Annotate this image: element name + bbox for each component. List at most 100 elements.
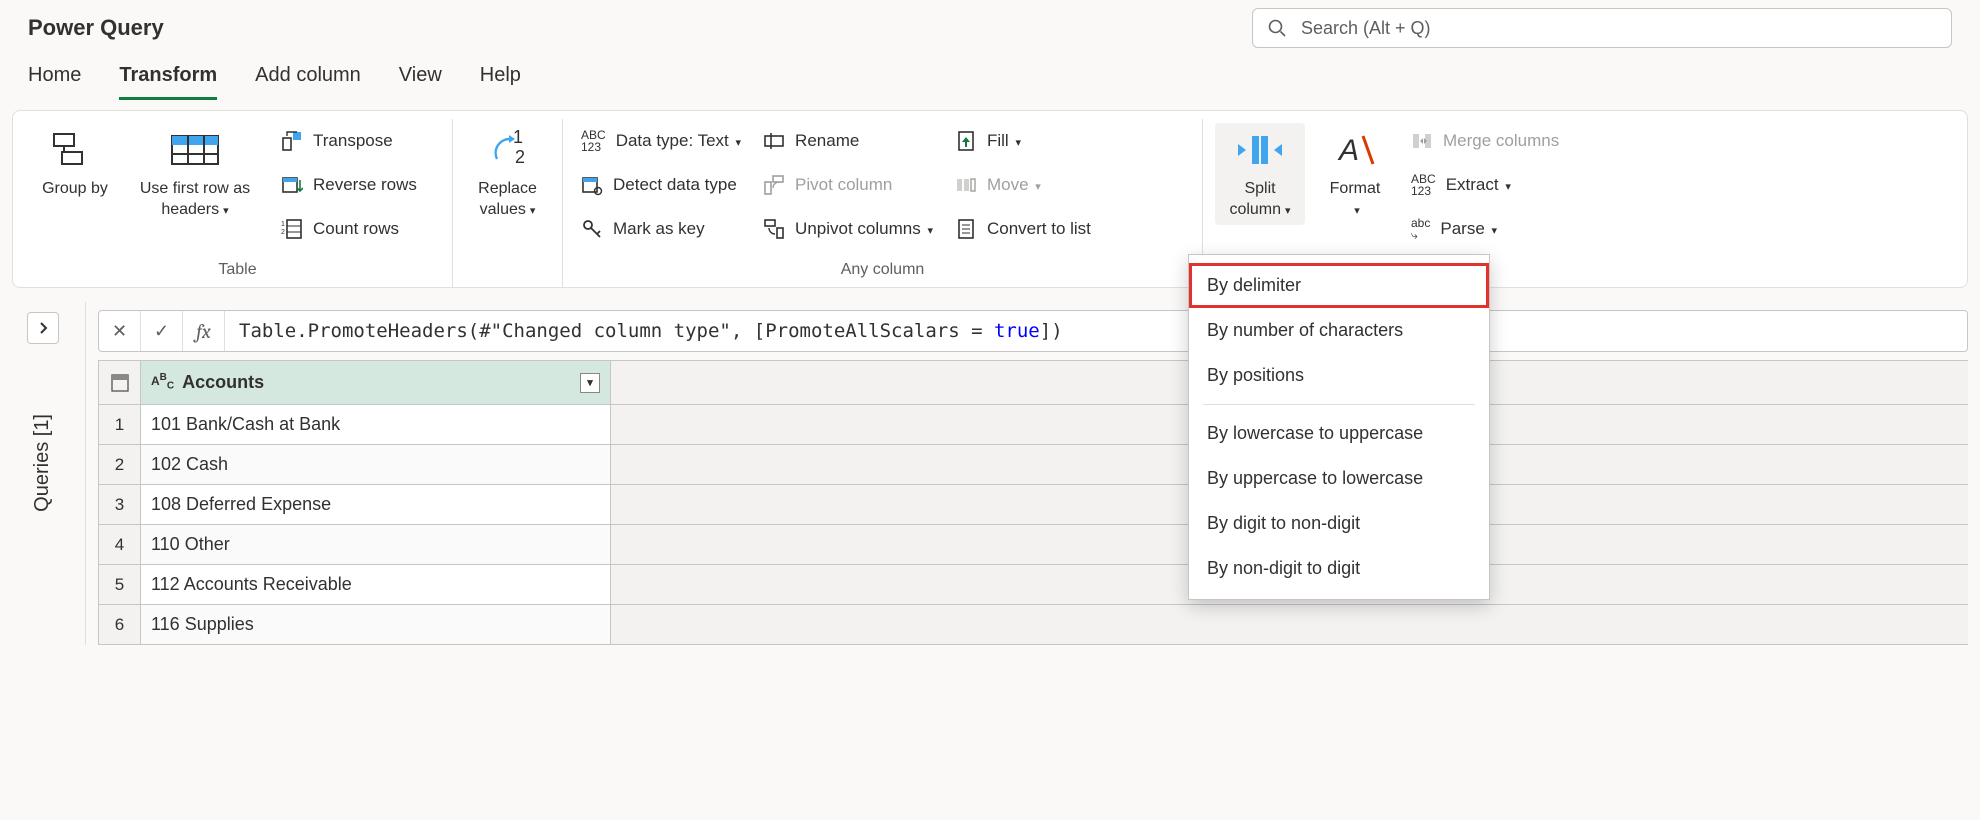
row-number[interactable]: 3 [99,485,141,525]
row-number[interactable]: 2 [99,445,141,485]
dropdown-item-by-digit-to-non-digit[interactable]: By digit to non-digit [1189,501,1489,546]
mark-key-label: Mark as key [613,219,705,239]
formula-bar: ✕ ✓ fx Table.PromoteHeaders(#"Changed co… [98,310,1968,352]
transpose-button[interactable]: Transpose [275,123,423,159]
data-grid[interactable]: ABC Accounts ▾ 1 101 Bank/Cash at Bank 2… [98,360,1968,645]
tab-view[interactable]: View [399,60,442,100]
table-headers-icon [170,127,220,173]
parse-icon: abc⤷ [1411,217,1430,241]
cell[interactable]: 102 Cash [141,445,611,485]
count-rows-label: Count rows [313,219,399,239]
detect-icon [581,174,603,196]
count-rows-button[interactable]: 12 Count rows [275,211,423,247]
format-button[interactable]: A Format▾ [1315,123,1395,225]
replace-values-label: Replace values▾ [470,179,546,221]
use-first-row-label: Use first row as headers▾ [127,179,263,221]
mark-as-key-button[interactable]: Mark as key [575,211,747,247]
svg-text:2: 2 [515,147,525,167]
group-by-icon [52,127,98,173]
ribbon-tabs: Home Transform Add column View Help [0,56,1980,100]
dropdown-item-by-delimiter[interactable]: By delimiter [1189,263,1489,308]
column-header-accounts[interactable]: ABC Accounts ▾ [141,361,611,405]
dropdown-separator [1203,404,1475,405]
count-rows-icon: 12 [281,218,303,240]
fill-button[interactable]: Fill ▾ [949,123,1097,159]
pivot-icon [763,174,785,196]
column-filter-dropdown[interactable]: ▾ [580,373,600,393]
use-first-row-as-headers-button[interactable]: Use first row as headers▾ [125,123,265,225]
svg-text:2: 2 [281,229,285,236]
tab-transform[interactable]: Transform [119,60,217,100]
transpose-label: Transpose [313,131,393,151]
group-table-label: Table [35,261,440,279]
list-icon [955,218,977,240]
split-column-button[interactable]: Split column▾ [1215,123,1305,225]
split-column-dropdown: By delimiter By number of characters By … [1188,254,1490,600]
cell[interactable]: 116 Supplies [141,605,611,645]
group-anycolumn-label: Any column [575,261,1190,279]
merge-columns-button: Merge columns [1405,123,1565,159]
key-icon [581,218,603,240]
convert-list-label: Convert to list [987,219,1091,239]
cell[interactable]: 101 Bank/Cash at Bank [141,405,611,445]
cell[interactable]: 110 Other [141,525,611,565]
reverse-rows-button[interactable]: Reverse rows [275,167,423,203]
unpivot-columns-button[interactable]: Unpivot columns ▾ [757,211,939,247]
parse-button[interactable]: abc⤷ Parse ▾ [1405,211,1565,247]
search-input[interactable] [1301,18,1937,39]
row-number[interactable]: 5 [99,565,141,605]
cell[interactable]: 112 Accounts Receivable [141,565,611,605]
row-number[interactable]: 4 [99,525,141,565]
fill-label: Fill ▾ [987,131,1021,151]
detect-data-type-button[interactable]: Detect data type [575,167,747,203]
split-column-label: Split column▾ [1217,179,1303,221]
extract-button[interactable]: ABC123 Extract ▾ [1405,167,1565,203]
tab-help[interactable]: Help [480,60,521,100]
dropdown-item-by-uppercase-to-lowercase[interactable]: By uppercase to lowercase [1189,456,1489,501]
tab-add-column[interactable]: Add column [255,60,361,100]
svg-text:1: 1 [281,221,285,228]
rename-label: Rename [795,131,859,151]
queries-expand-button[interactable] [27,312,59,344]
search-bar[interactable] [1252,8,1952,48]
tab-home[interactable]: Home [28,60,81,100]
queries-pane-collapsed: Queries [1] [0,302,86,645]
search-icon [1267,18,1287,38]
replace-values-button[interactable]: 12 Replace values▾ [468,123,548,225]
reverse-rows-label: Reverse rows [313,175,417,195]
formula-commit-button[interactable]: ✓ [141,311,183,351]
formula-cancel-button[interactable]: ✕ [99,311,141,351]
replace-icon: 12 [485,127,531,173]
convert-to-list-button[interactable]: Convert to list [949,211,1097,247]
dropdown-item-by-positions[interactable]: By positions [1189,353,1489,398]
column-header-label: Accounts [182,372,264,393]
row-number[interactable]: 1 [99,405,141,445]
svg-text:A: A [1337,134,1359,167]
grid-select-all[interactable] [99,361,141,405]
rename-button[interactable]: Rename [757,123,939,159]
queries-count-label: Queries [1] [31,414,54,512]
move-button: Move ▾ [949,167,1097,203]
group-by-button[interactable]: Group by [35,123,115,204]
rename-icon [763,130,785,152]
detect-label: Detect data type [613,175,737,195]
dropdown-item-by-lowercase-to-uppercase[interactable]: By lowercase to uppercase [1189,411,1489,456]
transpose-icon [281,130,303,152]
data-type-button[interactable]: ABC123 Data type: Text ▾ [575,123,747,159]
row-number[interactable]: 6 [99,605,141,645]
dropdown-item-by-number-of-characters[interactable]: By number of characters [1189,308,1489,353]
cell[interactable]: 108 Deferred Expense [141,485,611,525]
reverse-rows-icon [281,174,303,196]
fill-icon [955,130,977,152]
dropdown-item-by-non-digit-to-digit[interactable]: By non-digit to digit [1189,546,1489,591]
group-by-label: Group by [42,179,108,200]
unpivot-label: Unpivot columns ▾ [795,219,933,239]
data-type-label: Data type: Text ▾ [616,131,741,151]
formula-text[interactable]: Table.PromoteHeaders(#"Changed column ty… [225,320,1967,342]
app-title: Power Query [28,15,1252,41]
pivot-column-button: Pivot column [757,167,939,203]
unpivot-icon [763,218,785,240]
formula-fx-button[interactable]: fx [183,311,225,351]
extract-label: Extract ▾ [1446,175,1511,195]
merge-label: Merge columns [1443,131,1559,151]
